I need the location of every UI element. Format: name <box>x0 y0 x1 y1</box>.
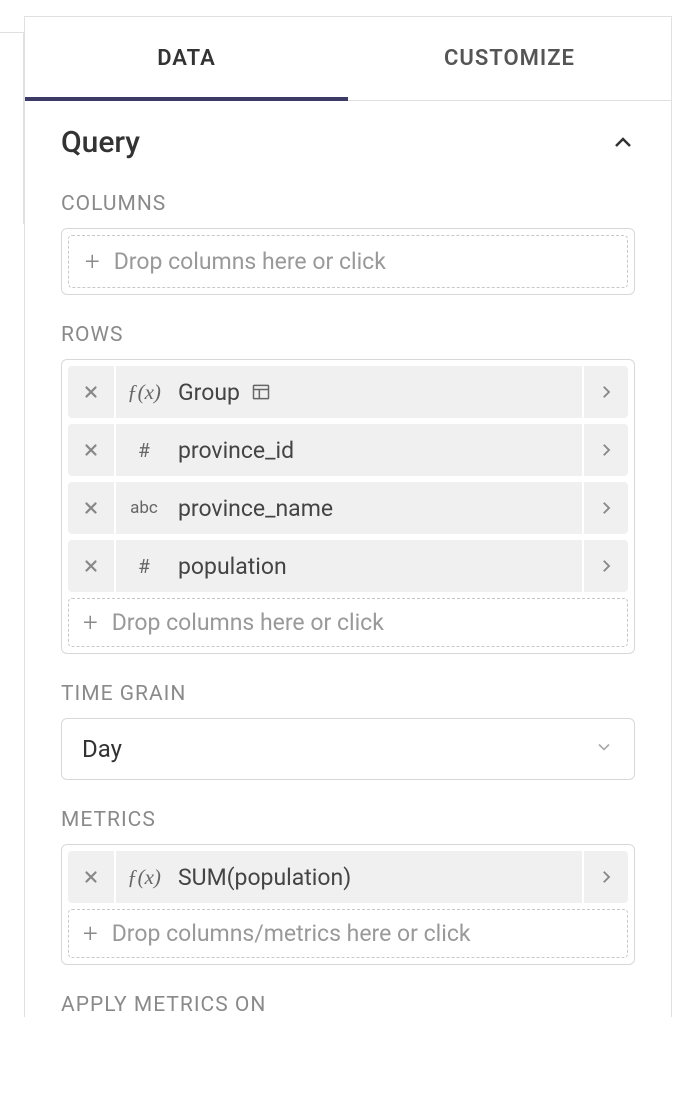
chevron-right-icon <box>597 441 615 459</box>
rows-pill-group[interactable]: ƒ(x) Group <box>68 366 628 418</box>
pill-label-text: SUM(population) <box>178 864 351 891</box>
time-grain-value: Day <box>82 735 122 763</box>
type-fx-icon: ƒ(x) <box>116 851 172 903</box>
metrics-placeholder: Drop columns/metrics here or click <box>112 920 471 947</box>
expand-button[interactable] <box>582 540 628 592</box>
pill-label-text: province_id <box>178 437 294 464</box>
metrics-list: ƒ(x) SUM(population) + Drop columns/metr… <box>61 844 635 965</box>
pill-label: province_id <box>172 424 582 476</box>
layout-icon <box>250 381 272 403</box>
columns-label: COLUMNS <box>61 192 635 216</box>
pill-label-text: province_name <box>178 495 333 522</box>
columns-dropzone[interactable]: + Drop columns here or click <box>68 235 628 288</box>
remove-button[interactable] <box>68 851 116 903</box>
close-icon <box>82 499 100 517</box>
remove-button[interactable] <box>68 366 116 418</box>
tab-data[interactable]: DATA <box>25 17 348 100</box>
section-title: Query <box>61 125 140 160</box>
pill-label: SUM(population) <box>172 851 582 903</box>
rows-label: ROWS <box>61 323 635 347</box>
rows-pill-province-name[interactable]: abc province_name <box>68 482 628 534</box>
expand-button[interactable] <box>582 366 628 418</box>
type-fx-icon: ƒ(x) <box>116 366 172 418</box>
type-number-icon: # <box>116 424 172 476</box>
close-icon <box>82 868 100 886</box>
expand-button[interactable] <box>582 851 628 903</box>
close-icon <box>82 383 100 401</box>
plus-icon: + <box>83 610 98 636</box>
chevron-down-icon <box>594 737 614 761</box>
tab-customize[interactable]: CUSTOMIZE <box>348 17 671 100</box>
rows-list: ƒ(x) Group # province_id <box>61 359 635 654</box>
panel: DATA CUSTOMIZE Query COLUMNS + Drop colu… <box>24 16 672 1017</box>
columns-placeholder: Drop columns here or click <box>114 248 386 275</box>
query-section: Query COLUMNS + Drop columns here or cli… <box>25 101 671 1017</box>
section-header[interactable]: Query <box>61 125 635 160</box>
time-grain-label: TIME GRAIN <box>61 682 635 706</box>
rows-pill-province-id[interactable]: # province_id <box>68 424 628 476</box>
metrics-dropzone[interactable]: + Drop columns/metrics here or click <box>68 909 628 958</box>
remove-button[interactable] <box>68 424 116 476</box>
pill-label-text: population <box>178 553 287 580</box>
close-icon <box>82 441 100 459</box>
chevron-up-icon <box>611 131 635 155</box>
pill-label: province_name <box>172 482 582 534</box>
chevron-right-icon <box>597 383 615 401</box>
columns-dropzone-container: + Drop columns here or click <box>61 228 635 295</box>
metrics-pill-sum-population[interactable]: ƒ(x) SUM(population) <box>68 851 628 903</box>
rows-placeholder: Drop columns here or click <box>112 609 384 636</box>
expand-button[interactable] <box>582 482 628 534</box>
tab-customize-label: CUSTOMIZE <box>444 46 575 71</box>
metrics-label: METRICS <box>61 808 635 832</box>
left-edge-fragment <box>0 32 24 224</box>
time-grain-select[interactable]: Day <box>61 718 635 780</box>
close-icon <box>82 557 100 575</box>
chevron-right-icon <box>597 557 615 575</box>
rows-dropzone[interactable]: + Drop columns here or click <box>68 598 628 647</box>
pill-label-text: Group <box>178 379 240 406</box>
remove-button[interactable] <box>68 482 116 534</box>
expand-button[interactable] <box>582 424 628 476</box>
chevron-right-icon <box>597 499 615 517</box>
apply-metrics-label: APPLY METRICS ON <box>61 993 635 1017</box>
plus-icon: + <box>83 921 98 947</box>
chevron-right-icon <box>597 868 615 886</box>
tabs: DATA CUSTOMIZE <box>25 17 671 101</box>
remove-button[interactable] <box>68 540 116 592</box>
tab-data-label: DATA <box>157 46 216 71</box>
pill-label: Group <box>172 366 582 418</box>
plus-icon: + <box>85 249 100 275</box>
rows-pill-population[interactable]: # population <box>68 540 628 592</box>
type-text-icon: abc <box>116 482 172 534</box>
type-number-icon: # <box>116 540 172 592</box>
pill-label: population <box>172 540 582 592</box>
